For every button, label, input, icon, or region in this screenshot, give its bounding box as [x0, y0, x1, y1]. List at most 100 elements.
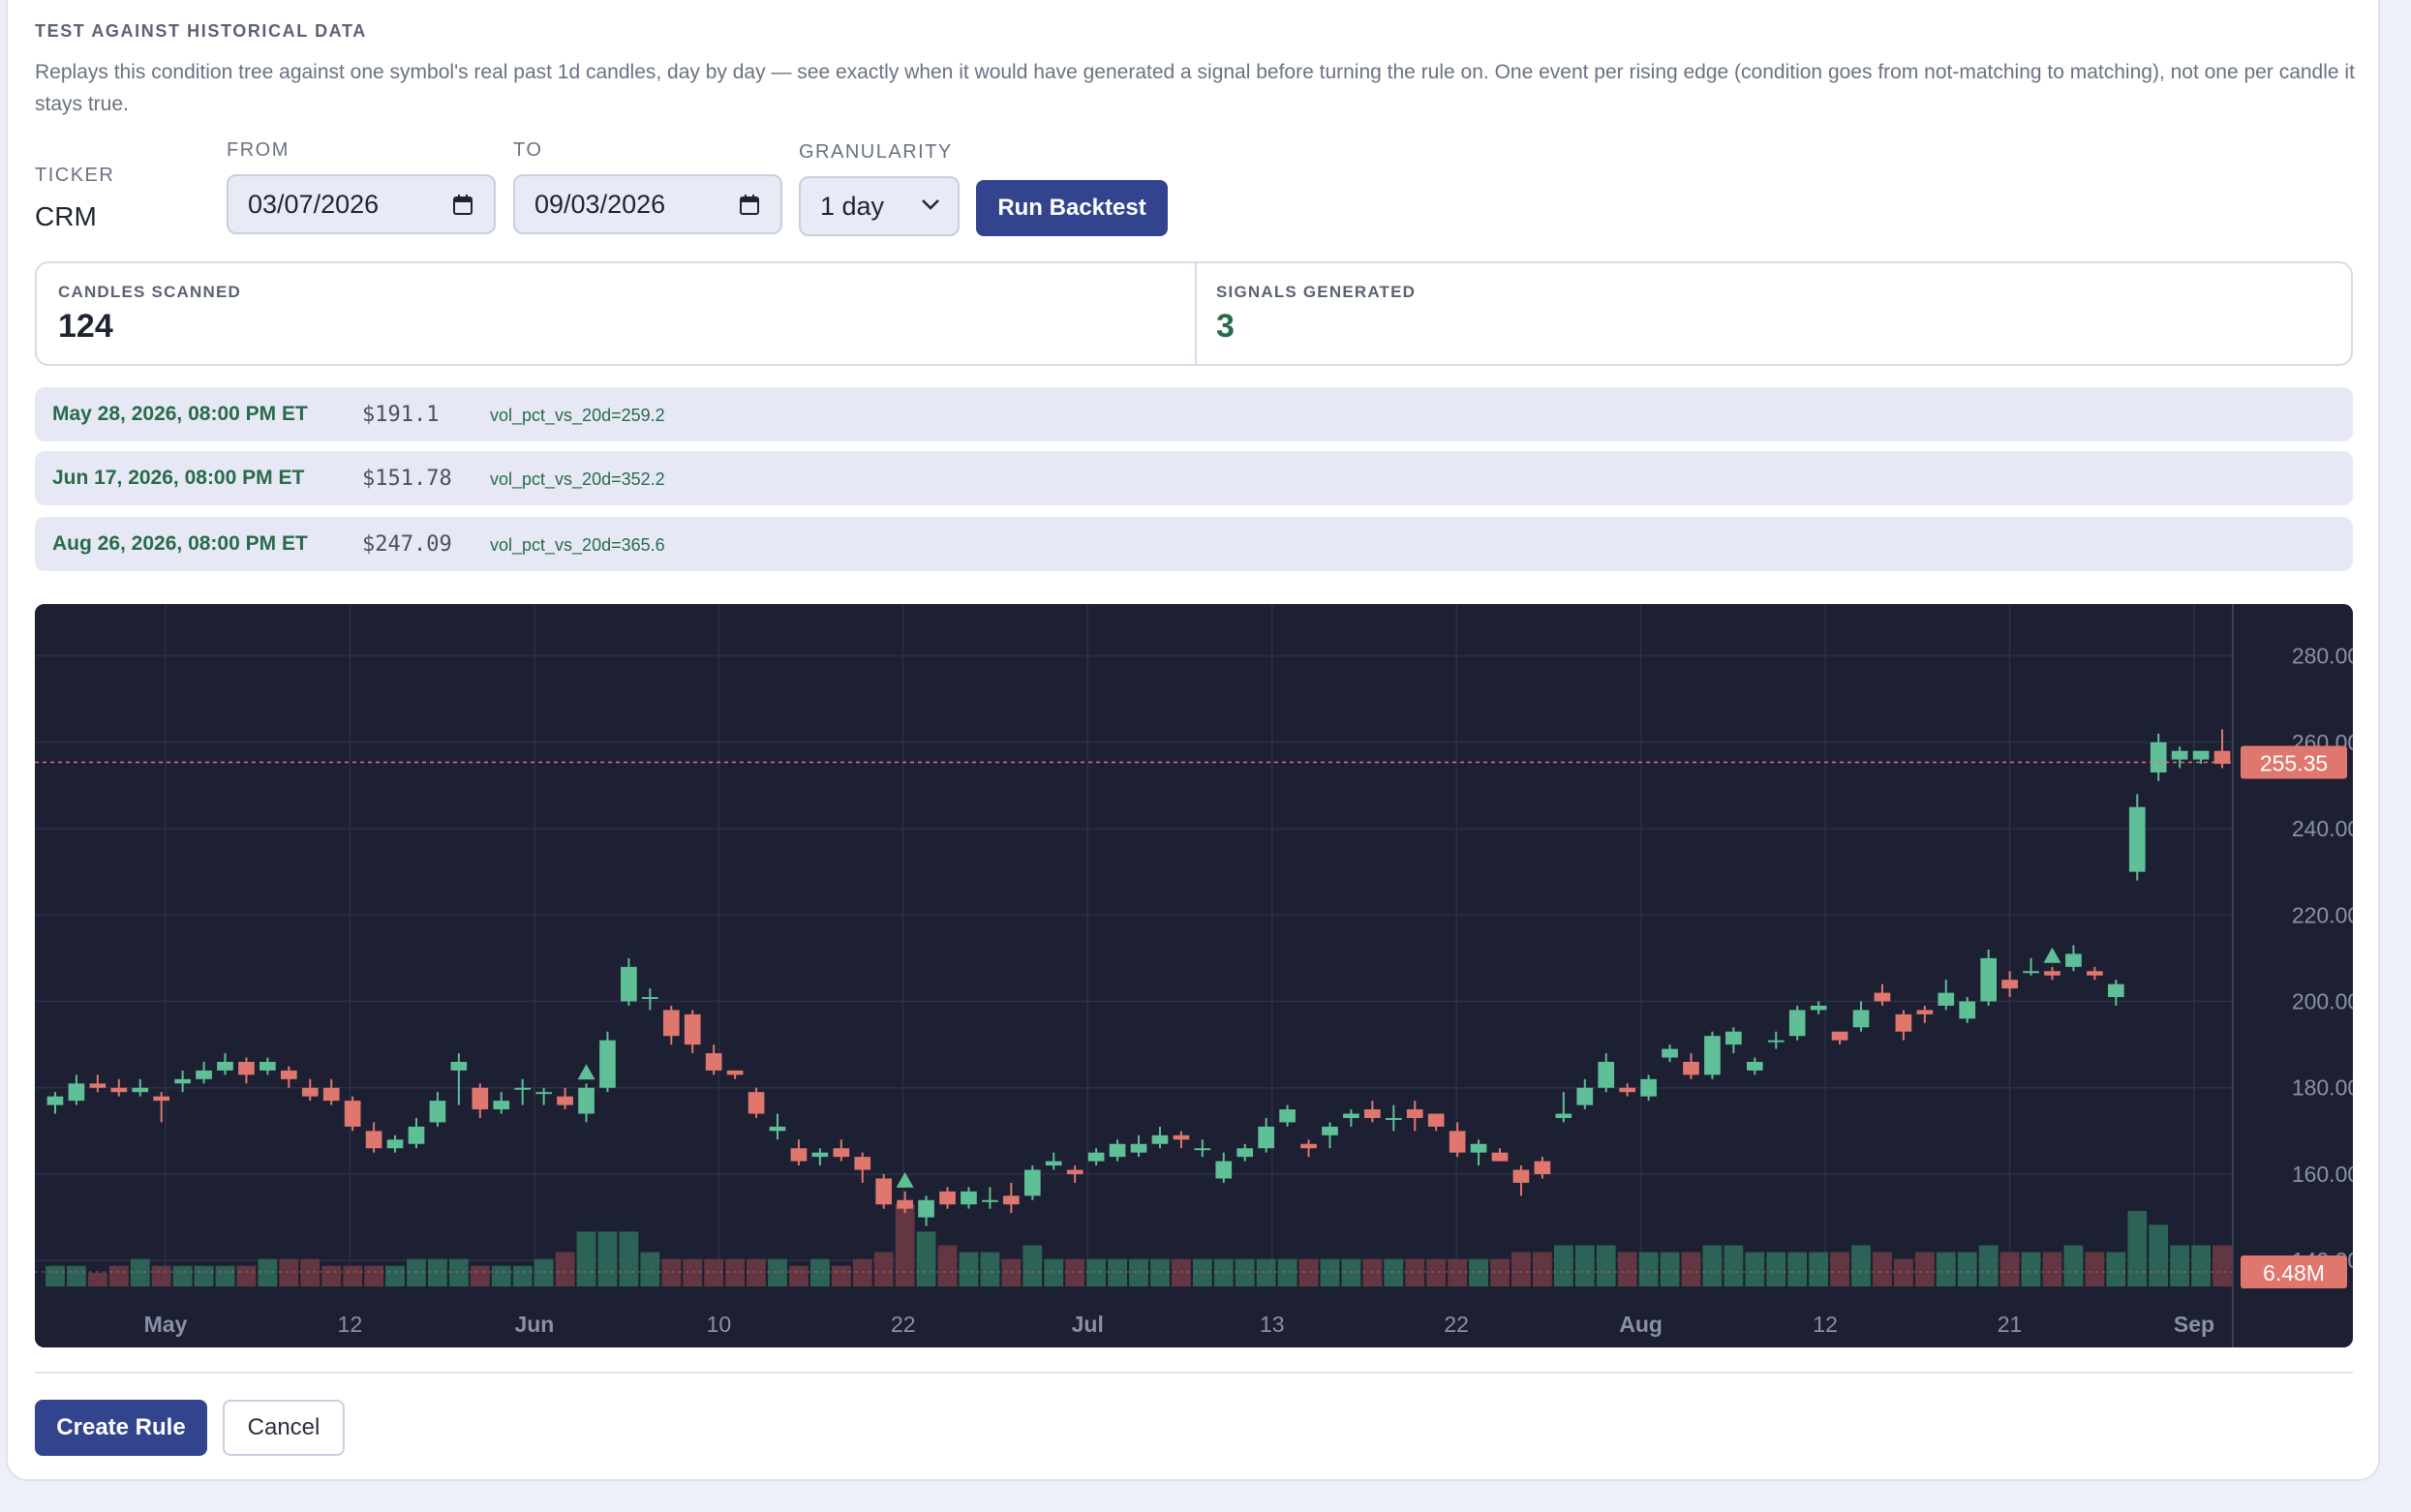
calendar-icon[interactable]: [740, 194, 759, 215]
candle-body: [1130, 1143, 1147, 1153]
candle-body: [557, 1096, 573, 1105]
volume-bar: [1914, 1252, 1935, 1286]
volume-bar: [1490, 1258, 1510, 1286]
candle-body: [1045, 1161, 1062, 1166]
stats-divider: [1195, 263, 1197, 364]
candle-body: [1725, 1031, 1742, 1045]
candle-body: [1236, 1148, 1254, 1158]
volume-bar: [1766, 1252, 1786, 1286]
run-backtest-button[interactable]: Run Backtest: [976, 180, 1168, 236]
volume-bar: [980, 1252, 1000, 1286]
candle-body: [1194, 1148, 1211, 1151]
volume-bar: [1617, 1252, 1637, 1286]
volume-bar: [576, 1231, 596, 1286]
volume-bar: [1809, 1252, 1829, 1286]
volume-label: 6.48M: [2263, 1260, 2325, 1285]
volume-bar: [1235, 1258, 1255, 1286]
signal-row[interactable]: May 28, 2026, 08:00 PM ET $191.1 vol_pct…: [35, 387, 2353, 441]
volume-bar: [1320, 1258, 1340, 1286]
candle-body: [1662, 1048, 1678, 1058]
signal-detail: vol_pct_vs_20d=352.2: [490, 469, 665, 489]
volume-bar: [279, 1258, 299, 1286]
candle-body: [1959, 1001, 1976, 1019]
candle-body: [1810, 1005, 1827, 1011]
cancel-button[interactable]: Cancel: [223, 1400, 345, 1456]
y-tick-label: 280.00: [2292, 644, 2353, 669]
signal-row[interactable]: Aug 26, 2026, 08:00 PM ET $247.09 vol_pc…: [35, 517, 2353, 571]
volume-bar: [172, 1265, 193, 1286]
x-tick-label: 12: [1813, 1312, 1838, 1337]
candle-body: [450, 1061, 468, 1071]
ticker-label: TICKER: [35, 165, 115, 186]
volume-bar: [1192, 1258, 1212, 1286]
volume-bar: [1022, 1245, 1043, 1286]
candle-body: [918, 1199, 934, 1218]
candle-body: [535, 1092, 552, 1095]
volume-bar: [2213, 1245, 2232, 1286]
volume-bar: [2106, 1252, 2126, 1286]
volume-bar: [1702, 1245, 1723, 1286]
candle-body: [1980, 957, 1998, 1002]
granularity-select[interactable]: 1 day: [799, 176, 960, 236]
candle-body: [472, 1087, 489, 1110]
volume-bar: [768, 1258, 787, 1286]
candle-body: [174, 1078, 191, 1084]
candle-body: [961, 1191, 977, 1205]
candle-body: [322, 1087, 340, 1102]
candle-body: [196, 1070, 212, 1079]
candle-body: [1385, 1117, 1402, 1120]
y-tick-label: 220.00: [2292, 902, 2353, 927]
calendar-icon[interactable]: [453, 194, 473, 215]
candle-body: [982, 1199, 998, 1202]
volume-bar: [491, 1265, 511, 1286]
candle-body: [344, 1101, 361, 1127]
volume-bar: [2021, 1252, 2041, 1286]
section-title: TEST AGAINST HISTORICAL DATA: [35, 21, 367, 41]
candle-body: [578, 1087, 595, 1114]
signal-row[interactable]: Jun 17, 2026, 08:00 PM ET $151.78 vol_pc…: [35, 451, 2353, 505]
volume-bar: [1787, 1252, 1808, 1286]
volume-bar: [1213, 1258, 1234, 1286]
candle-body: [769, 1126, 786, 1132]
chart-canvas[interactable]: 140.00160.00180.00200.00220.00240.00260.…: [35, 604, 2353, 1347]
to-date-input[interactable]: 09/03/2026: [513, 174, 782, 234]
from-date-input[interactable]: 03/07/2026: [227, 174, 496, 234]
volume-bar: [852, 1258, 872, 1286]
volume-bar: [2170, 1245, 2190, 1286]
volume-bar: [1745, 1252, 1765, 1286]
volume-bar: [385, 1265, 405, 1286]
chart-background: [35, 604, 2353, 1347]
y-tick-label: 180.00: [2292, 1075, 2353, 1101]
x-tick-label: Jul: [1072, 1312, 1104, 1337]
volume-bar: [1574, 1245, 1595, 1286]
from-label: FROM: [227, 139, 290, 161]
create-rule-button[interactable]: Create Rule: [35, 1400, 207, 1456]
candle-body: [1938, 992, 1955, 1006]
candle-body: [1406, 1109, 1423, 1118]
candle-body: [599, 1040, 616, 1088]
to-label: TO: [513, 139, 543, 161]
candlestick-chart[interactable]: 140.00160.00180.00200.00220.00240.00260.…: [35, 604, 2353, 1347]
candle-body: [1640, 1078, 1657, 1097]
candle-body: [1003, 1195, 1020, 1205]
volume-bar: [1172, 1258, 1191, 1286]
candle-body: [875, 1178, 893, 1205]
volume-bar: [1469, 1258, 1488, 1286]
volume-bar: [2191, 1245, 2211, 1286]
volume-bar: [151, 1265, 171, 1286]
volume-bar: [1341, 1258, 1361, 1286]
candle-body: [1279, 1109, 1296, 1123]
signals-generated-value: 3: [1216, 308, 1235, 345]
candle-body: [1619, 1087, 1635, 1093]
volume-bar: [46, 1265, 65, 1286]
volume-bar: [1894, 1258, 1913, 1286]
y-tick-label: 160.00: [2292, 1162, 2353, 1187]
candle-body: [153, 1096, 170, 1102]
candle-body: [2150, 741, 2167, 773]
y-tick-label: 240.00: [2292, 816, 2353, 841]
volume-bar: [1596, 1245, 1616, 1286]
volume-bar: [194, 1265, 214, 1286]
granularity-label: GRANULARITY: [799, 141, 953, 163]
x-tick-label: 22: [891, 1312, 916, 1337]
volume-bar: [1044, 1258, 1064, 1286]
